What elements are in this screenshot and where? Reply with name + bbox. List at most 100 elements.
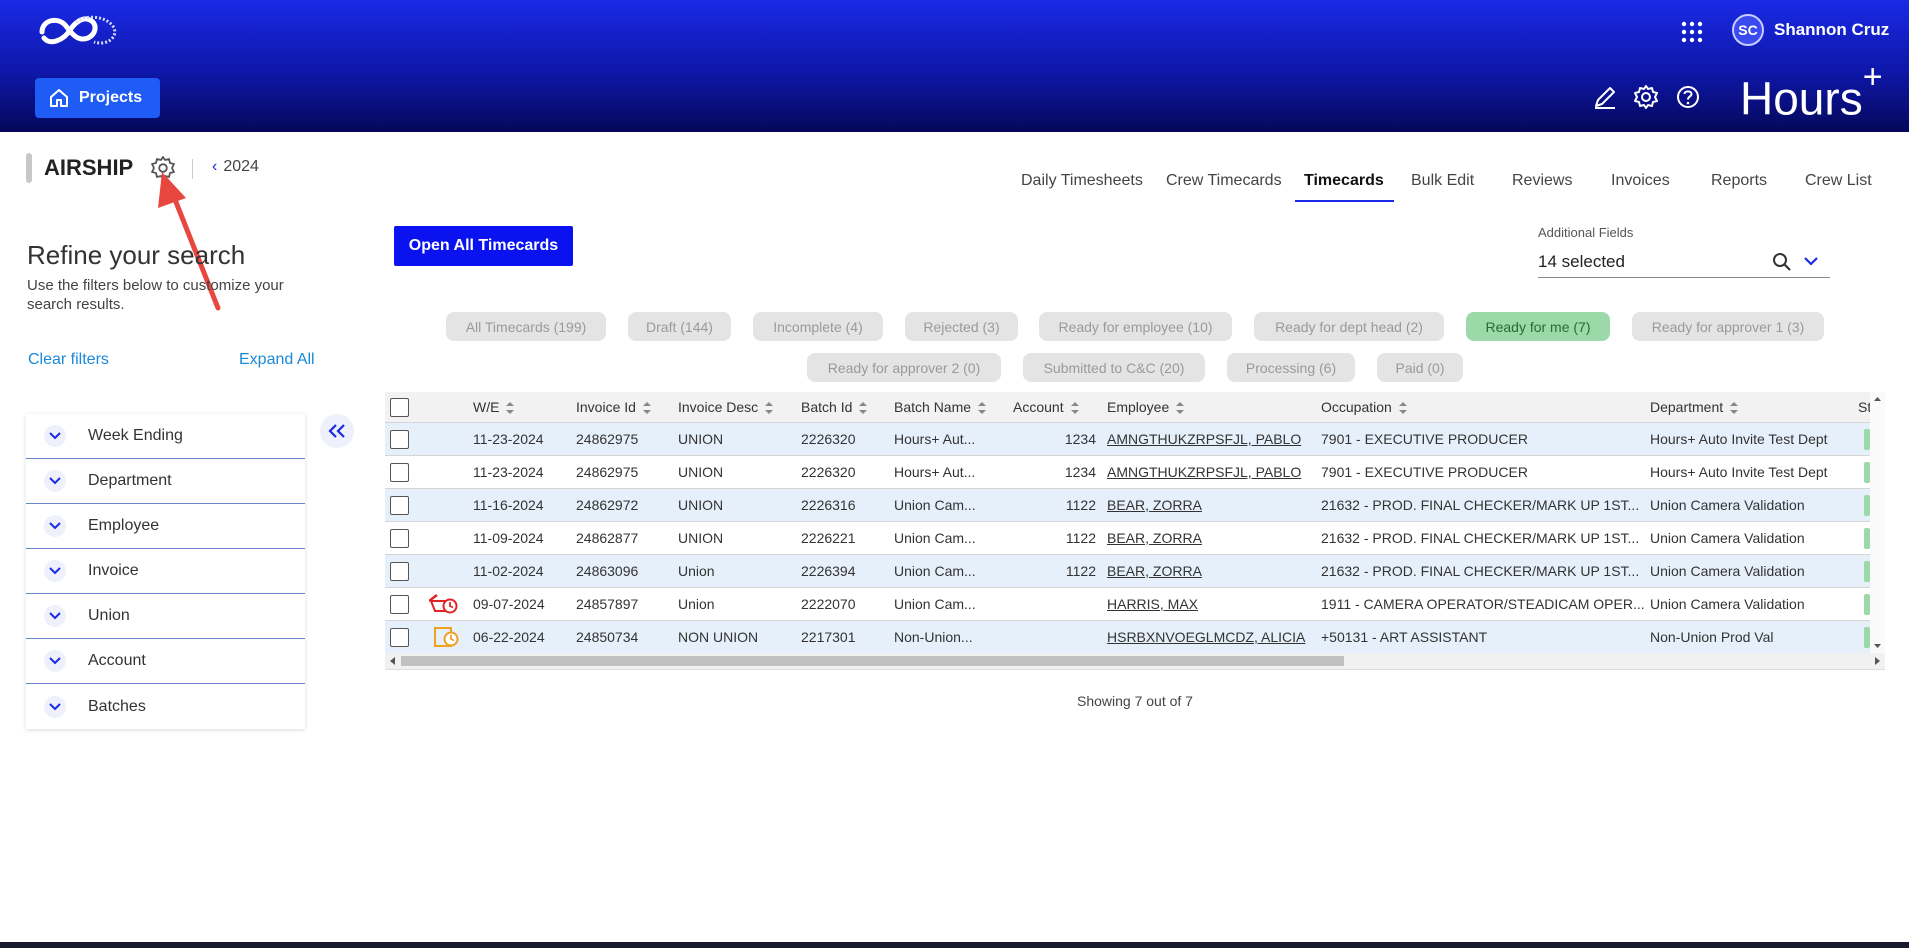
help-icon[interactable] bbox=[1675, 84, 1701, 110]
cell-department: Union Camera Validation bbox=[1650, 530, 1805, 546]
logo-icon[interactable] bbox=[36, 12, 120, 52]
tab-crew-list[interactable]: Crew List bbox=[1805, 164, 1872, 198]
col-invoice-desc[interactable]: Invoice Desc bbox=[678, 399, 774, 415]
chevron-down-icon bbox=[44, 515, 66, 537]
col-account[interactable]: Account bbox=[1013, 399, 1080, 415]
cell-employee-link[interactable]: BEAR, ZORRA bbox=[1107, 530, 1202, 546]
tab-reviews[interactable]: Reviews bbox=[1512, 164, 1572, 198]
cell-employee-link[interactable]: HARRIS, MAX bbox=[1107, 596, 1198, 612]
filter-label: Week Ending bbox=[88, 427, 183, 444]
additional-fields-select[interactable]: 14 selected bbox=[1538, 246, 1830, 278]
home-icon bbox=[50, 89, 68, 107]
chip-rejected[interactable]: Rejected (3) bbox=[905, 312, 1018, 341]
cell-employee-link[interactable]: BEAR, ZORRA bbox=[1107, 497, 1202, 513]
table-row[interactable]: 11-09-2024 24862877 UNION 2226221 Union … bbox=[385, 521, 1885, 554]
row-checkbox[interactable] bbox=[390, 430, 409, 449]
filter-batches[interactable]: Batches bbox=[26, 684, 305, 729]
projects-button[interactable]: Projects bbox=[35, 78, 160, 118]
cell-invoice-desc: UNION bbox=[678, 497, 724, 513]
apps-grid-icon[interactable] bbox=[1680, 20, 1704, 44]
scrollbar-thumb[interactable] bbox=[401, 656, 1344, 666]
filter-week-ending[interactable]: Week Ending bbox=[26, 414, 305, 459]
filter-label: Invoice bbox=[88, 562, 139, 579]
sidebar-subtitle: Use the filters below to customize your … bbox=[27, 277, 284, 313]
cell-account: 1122 bbox=[1065, 530, 1096, 546]
double-chevron-left-icon bbox=[328, 424, 345, 438]
chevron-down-icon bbox=[44, 695, 66, 718]
tab-timecards[interactable]: Timecards bbox=[1304, 164, 1384, 198]
col-we[interactable]: W/E bbox=[473, 399, 515, 415]
cell-department: Union Camera Validation bbox=[1650, 497, 1805, 513]
results-count: Showing 7 out of 7 bbox=[1077, 693, 1193, 709]
scroll-right-icon[interactable] bbox=[1872, 656, 1882, 666]
chevron-down-icon[interactable] bbox=[1804, 256, 1818, 267]
tab-reports[interactable]: Reports bbox=[1711, 164, 1767, 198]
chip-ready-for-approver-2[interactable]: Ready for approver 2 (0) bbox=[807, 353, 1001, 382]
cell-employee-link[interactable]: HSRBXNVOEGLMCDZ, ALICIA bbox=[1107, 629, 1305, 645]
chip-paid[interactable]: Paid (0) bbox=[1377, 353, 1463, 382]
sidebar-title: Refine your search bbox=[27, 240, 246, 270]
cell-we: 11-23-2024 bbox=[473, 431, 544, 447]
table-row[interactable]: 09-07-2024 24857897 Union 2222070 Union … bbox=[385, 587, 1885, 620]
tab-invoices[interactable]: Invoices bbox=[1611, 164, 1670, 198]
late-timecard-icon bbox=[429, 594, 458, 614]
vertical-scrollbar[interactable] bbox=[1870, 392, 1885, 653]
search-icon[interactable] bbox=[1772, 252, 1792, 272]
table-row[interactable]: 11-23-2024 24862975 UNION 2226320 Hours+… bbox=[385, 422, 1885, 455]
row-checkbox[interactable] bbox=[390, 496, 409, 515]
row-checkbox[interactable] bbox=[390, 463, 409, 482]
filter-department[interactable]: Department bbox=[26, 459, 305, 504]
chip-incomplete[interactable]: Incomplete (4) bbox=[753, 312, 883, 341]
filter-employee[interactable]: Employee bbox=[26, 504, 305, 549]
filter-account[interactable]: Account bbox=[26, 639, 305, 684]
chip-ready-for-approver-1[interactable]: Ready for approver 1 (3) bbox=[1632, 312, 1824, 341]
col-invoice-id[interactable]: Invoice Id bbox=[576, 399, 652, 415]
row-checkbox[interactable] bbox=[390, 595, 409, 614]
chip-ready-for-me[interactable]: Ready for me (7) bbox=[1466, 312, 1610, 341]
filter-union[interactable]: Union bbox=[26, 594, 305, 639]
col-batch-name[interactable]: Batch Name bbox=[894, 399, 987, 415]
filter-label: Batches bbox=[88, 697, 146, 715]
cell-employee-link[interactable]: AMNGTHUKZRPSFJL, PABLO bbox=[1107, 464, 1301, 480]
collapse-sidebar-button[interactable] bbox=[320, 414, 354, 448]
table-row[interactable]: 11-23-2024 24862975 UNION 2226320 Hours+… bbox=[385, 455, 1885, 488]
cell-employee-link[interactable]: BEAR, ZORRA bbox=[1107, 563, 1202, 579]
user-name[interactable]: Shannon Cruz bbox=[1774, 20, 1889, 40]
chip-processing[interactable]: Processing (6) bbox=[1227, 353, 1355, 382]
cell-batch-id: 2217301 bbox=[801, 629, 856, 645]
table-row[interactable]: 11-16-2024 24862972 UNION 2226316 Union … bbox=[385, 488, 1885, 521]
pencil-icon[interactable] bbox=[1592, 84, 1618, 110]
filter-invoice[interactable]: Invoice bbox=[26, 549, 305, 594]
chip-submitted[interactable]: Submitted to C&C (20) bbox=[1023, 353, 1205, 382]
cell-we: 11-02-2024 bbox=[473, 563, 544, 579]
tab-bulk-edit[interactable]: Bulk Edit bbox=[1411, 164, 1474, 198]
cell-occupation: 21632 - PROD. FINAL CHECKER/MARK UP 1ST.… bbox=[1321, 497, 1640, 513]
col-department[interactable]: Department bbox=[1650, 399, 1739, 415]
row-checkbox[interactable] bbox=[390, 628, 409, 647]
tab-crew-timecards[interactable]: Crew Timecards bbox=[1166, 164, 1282, 198]
select-all-checkbox[interactable] bbox=[390, 398, 409, 417]
filter-label: Union bbox=[88, 607, 130, 624]
cell-occupation: 21632 - PROD. FINAL CHECKER/MARK UP 1ST.… bbox=[1321, 563, 1640, 579]
row-checkbox[interactable] bbox=[390, 529, 409, 548]
gear-icon[interactable] bbox=[1633, 84, 1659, 110]
col-batch-id[interactable]: Batch Id bbox=[801, 399, 868, 415]
col-occupation[interactable]: Occupation bbox=[1321, 399, 1408, 415]
expand-all-link[interactable]: Expand All bbox=[239, 351, 315, 369]
table-row[interactable]: 06-22-2024 24850734 NON UNION 2217301 No… bbox=[385, 620, 1885, 653]
avatar[interactable]: SC bbox=[1732, 14, 1764, 46]
horizontal-scrollbar[interactable] bbox=[385, 653, 1885, 669]
chip-all-timecards[interactable]: All Timecards (199) bbox=[446, 312, 606, 341]
scroll-left-icon[interactable] bbox=[388, 656, 398, 666]
clear-filters-link[interactable]: Clear filters bbox=[28, 351, 109, 369]
col-employee[interactable]: Employee bbox=[1107, 399, 1185, 415]
chip-ready-for-dept-head[interactable]: Ready for dept head (2) bbox=[1254, 312, 1444, 341]
cell-department: Hours+ Auto Invite Test Dept bbox=[1650, 431, 1828, 447]
chip-ready-for-employee[interactable]: Ready for employee (10) bbox=[1039, 312, 1232, 341]
open-all-timecards-button[interactable]: Open All Timecards bbox=[394, 226, 573, 266]
chip-draft[interactable]: Draft (144) bbox=[628, 312, 731, 341]
table-row[interactable]: 11-02-2024 24863096 Union 2226394 Union … bbox=[385, 554, 1885, 587]
row-checkbox[interactable] bbox=[390, 562, 409, 581]
cell-employee-link[interactable]: AMNGTHUKZRPSFJL, PABLO bbox=[1107, 431, 1301, 447]
tab-daily-timesheets[interactable]: Daily Timesheets bbox=[1021, 164, 1143, 198]
